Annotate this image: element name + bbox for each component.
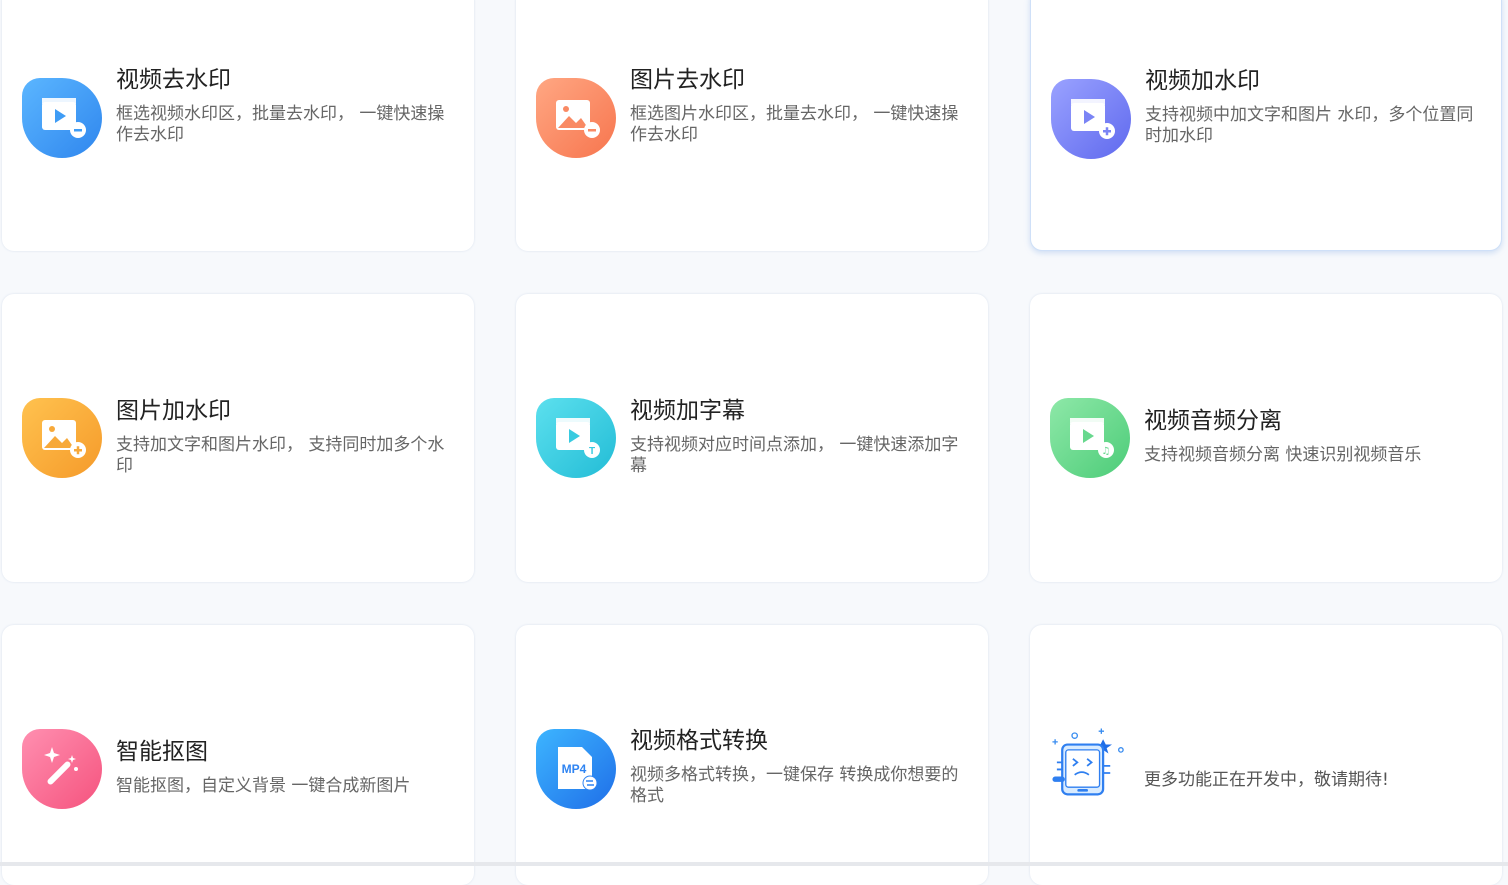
under-construction-icon [1048,725,1128,805]
card-description: 支持加文字和图片水印， 支持同时加多个水印 [116,435,445,476]
mp4-convert-icon: MP4 [536,729,616,809]
card-title: 智能抠图 [116,739,208,765]
card-title: 视频加水印 [1145,68,1260,94]
video-remove-watermark-icon [22,78,102,158]
image-add-watermark-icon [22,398,102,478]
card-video-subtitle[interactable]: T 视频加字幕 支持视频对应时间点添加， 一键快速添加字幕 [516,294,988,582]
svg-text:T: T [589,446,595,457]
svg-text:♫: ♫ [1102,446,1111,457]
card-title: 视频格式转换 [630,728,768,754]
card-description: 支持视频音频分离 快速识别视频音乐 [1144,445,1422,465]
card-video-add-watermark[interactable]: 视频加水印 支持视频中加文字和图片 水印，多个位置同时加水印 [1030,0,1502,251]
card-description: 支持视频中加文字和图片 水印，多个位置同时加水印 [1145,105,1474,146]
card-video-audio-separate[interactable]: ♫ 视频音频分离 支持视频音频分离 快速识别视频音乐 [1030,294,1502,582]
card-description: 支持视频对应时间点添加， 一键快速添加字幕 [630,435,959,476]
image-remove-watermark-icon [536,78,616,158]
svg-text:MP4: MP4 [562,762,587,776]
card-image-add-watermark[interactable]: 图片加水印 支持加文字和图片水印， 支持同时加多个水印 [2,294,474,582]
card-description: 视频多格式转换，一键保存 转换成你想要的格式 [630,765,959,806]
card-title: 视频加字幕 [630,398,745,424]
card-image-remove-watermark[interactable]: 图片去水印 框选图片水印区，批量去水印， 一键快速操作去水印 [516,0,988,251]
card-description: 框选视频水印区，批量去水印， 一键快速操作去水印 [116,104,445,145]
coming-soon-text: 更多功能正在开发中，敬请期待! [1144,770,1389,790]
card-video-remove-watermark[interactable]: 视频去水印 框选视频水印区，批量去水印， 一键快速操作去水印 [2,0,474,251]
magic-wand-icon [22,729,102,809]
card-more-coming-soon: 更多功能正在开发中，敬请期待! [1030,625,1502,885]
video-audio-separate-icon: ♫ [1050,398,1130,478]
video-subtitle-icon: T [536,398,616,478]
card-video-format-convert[interactable]: MP4 视频格式转换 视频多格式转换，一键保存 转换成你想要的格式 [516,625,988,885]
card-title: 图片去水印 [630,67,745,93]
bottom-divider [0,862,1508,866]
card-description: 智能抠图，自定义背景 一键合成新图片 [116,776,411,796]
card-title: 视频去水印 [116,67,231,93]
card-title: 图片加水印 [116,398,231,424]
card-description: 框选图片水印区，批量去水印， 一键快速操作去水印 [630,104,959,145]
card-smart-cutout[interactable]: 智能抠图 智能抠图，自定义背景 一键合成新图片 [2,625,474,885]
video-add-watermark-icon [1051,79,1131,159]
card-title: 视频音频分离 [1144,408,1282,434]
